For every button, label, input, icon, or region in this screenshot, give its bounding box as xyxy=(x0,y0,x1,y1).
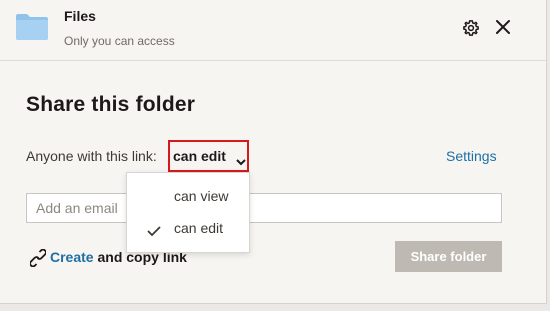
folder-icon xyxy=(16,13,48,45)
share-folder-button[interactable]: Share folder xyxy=(395,241,502,272)
share-folder-heading: Share this folder xyxy=(26,93,196,116)
menu-item-label: can edit xyxy=(174,220,224,236)
menu-item-can-edit[interactable]: can edit xyxy=(127,213,249,243)
email-field[interactable] xyxy=(26,193,502,223)
permission-menu: can view can edit xyxy=(126,172,250,253)
create-link-text[interactable]: Create xyxy=(50,249,94,265)
permission-dropdown[interactable]: can edit xyxy=(173,148,226,164)
gear-icon[interactable] xyxy=(462,19,480,42)
menu-item-label: can view xyxy=(174,188,229,204)
menu-item-can-view[interactable]: can view xyxy=(127,181,249,211)
close-icon[interactable] xyxy=(495,19,511,40)
file-title: Files xyxy=(64,8,96,24)
checkmark-icon xyxy=(147,223,161,241)
link-permission-label: Anyone with this link: xyxy=(26,148,157,164)
file-access-subtitle: Only you can access xyxy=(64,34,175,48)
dialog-header: Files Only you can access xyxy=(0,0,546,61)
link-icon xyxy=(29,248,47,270)
settings-link[interactable]: Settings xyxy=(446,148,497,164)
share-dialog: Files Only you can access Share this fol… xyxy=(0,0,547,304)
chevron-down-icon[interactable] xyxy=(236,153,246,171)
